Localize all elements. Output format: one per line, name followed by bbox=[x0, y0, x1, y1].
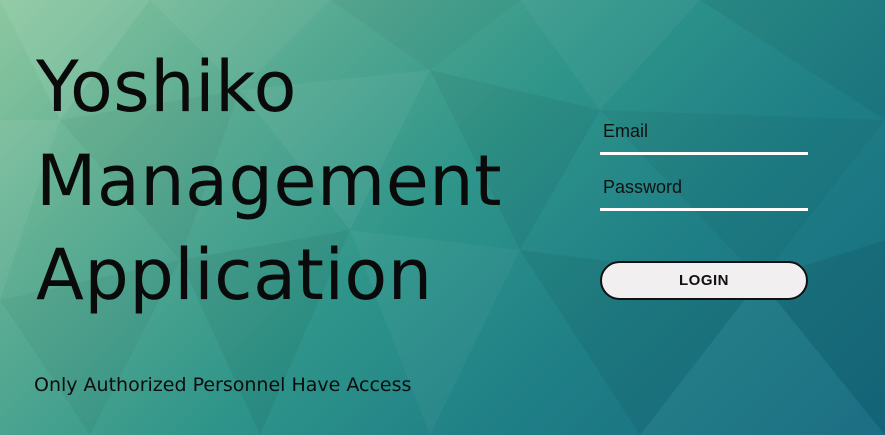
password-field[interactable] bbox=[600, 168, 808, 211]
login-button[interactable]: LOGIN bbox=[600, 261, 808, 300]
app-title-line-2: Management bbox=[36, 140, 503, 222]
app-title-line-1: Yoshiko bbox=[36, 46, 297, 128]
app-title-line-3: Application bbox=[36, 234, 433, 316]
login-form: LOGIN bbox=[600, 112, 808, 300]
access-notice: Only Authorized Personnel Have Access bbox=[34, 374, 412, 396]
app-title: Yoshiko Management Application bbox=[36, 40, 502, 322]
email-field[interactable] bbox=[600, 112, 808, 155]
